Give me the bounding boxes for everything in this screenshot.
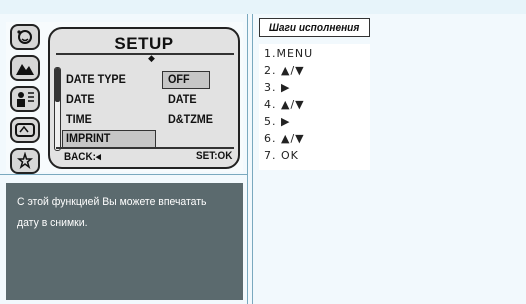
setup-menu-panel: SETUP ◆ DATE TYPE OFF DATE DATE TIME D&T… <box>48 27 240 169</box>
menu-row-date-type[interactable]: DATE TYPE <box>66 72 126 86</box>
step-item: 4. ▲/▼ <box>264 98 305 111</box>
menu-title-divider <box>56 53 234 55</box>
menu-row-time[interactable]: TIME <box>66 112 92 126</box>
scene-mode-icon[interactable] <box>10 117 40 143</box>
description-panel: С этой функцией Вы можете впечатать дату… <box>6 183 243 300</box>
step-item: 5. ▶ <box>264 115 291 128</box>
top-border <box>0 0 526 15</box>
menu-row-imprint[interactable]: IMPRINT <box>66 131 110 145</box>
menu-footer-divider <box>56 147 234 149</box>
menu-value-time[interactable]: D&TZME <box>168 112 213 126</box>
scroll-up-down-icon: ◆ <box>148 54 155 64</box>
step-item: 6. ▲/▼ <box>264 132 305 145</box>
scrollbar-thumb[interactable] <box>55 68 60 102</box>
menu-row-date[interactable]: DATE <box>66 92 95 106</box>
menu-title: SETUP <box>114 34 174 53</box>
steps-header: Шаги исполнения <box>259 18 370 37</box>
lcd-bottom-line <box>0 174 247 175</box>
portrait-night-icon[interactable] <box>10 24 40 50</box>
portrait-icon[interactable] <box>10 86 40 112</box>
stars-icon[interactable] <box>10 148 40 174</box>
set-hint: SET:OK <box>195 150 232 162</box>
description-text: С этой функцией Вы можете впечатать дату… <box>17 196 207 229</box>
step-item: 2. ▲/▼ <box>264 64 305 77</box>
steps-title: Шаги исполнения <box>269 21 360 34</box>
step-item: 3. ▶ <box>264 81 291 94</box>
landscape-icon[interactable] <box>10 55 40 81</box>
menu-value-date-type[interactable]: OFF <box>168 72 190 86</box>
back-hint: BACK:◂ <box>64 151 101 163</box>
divider-right <box>252 14 253 304</box>
divider-left <box>247 14 248 304</box>
step-item: 1.MENU <box>264 47 314 60</box>
menu-scrollbar[interactable] <box>54 67 61 151</box>
steps-list: 1.MENU 2. ▲/▼ 3. ▶ 4. ▲/▼ 5. ▶ 6. ▲/▼ 7.… <box>259 44 370 170</box>
menu-value-date[interactable]: DATE <box>168 92 197 106</box>
step-item: 7. OK <box>264 149 299 162</box>
